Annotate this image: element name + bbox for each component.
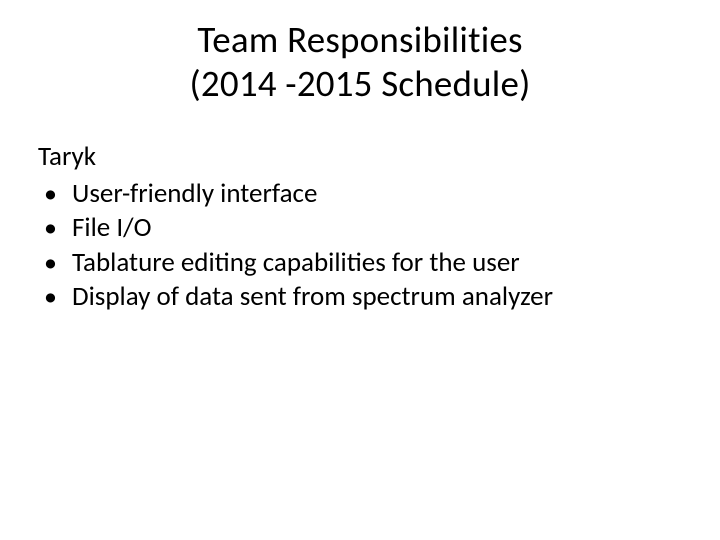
list-item: Display of data sent from spectrum analy… — [38, 280, 680, 315]
bullet-list: User-friendly interface File I/O Tablatu… — [38, 177, 680, 315]
list-item-text: Tablature editing capabilities for the u… — [72, 246, 520, 279]
list-item: User-friendly interface — [38, 177, 680, 212]
title-line-2: (2014 -2015 Schedule) — [190, 61, 531, 106]
title-line-1: Team Responsibilities — [197, 17, 522, 62]
list-item-text: File I/O — [72, 211, 151, 244]
list-item-text: Display of data sent from spectrum analy… — [72, 280, 553, 313]
slide-title: Team Responsibilities (2014 -2015 Schedu… — [0, 0, 720, 105]
list-item: Tablature editing capabilities for the u… — [38, 246, 680, 281]
list-item-text: User-friendly interface — [72, 177, 317, 210]
slide-body: Taryk User-friendly interface File I/O T… — [38, 140, 680, 315]
slide: Team Responsibilities (2014 -2015 Schedu… — [0, 0, 720, 540]
person-name: Taryk — [38, 140, 680, 175]
list-item: File I/O — [38, 211, 680, 246]
